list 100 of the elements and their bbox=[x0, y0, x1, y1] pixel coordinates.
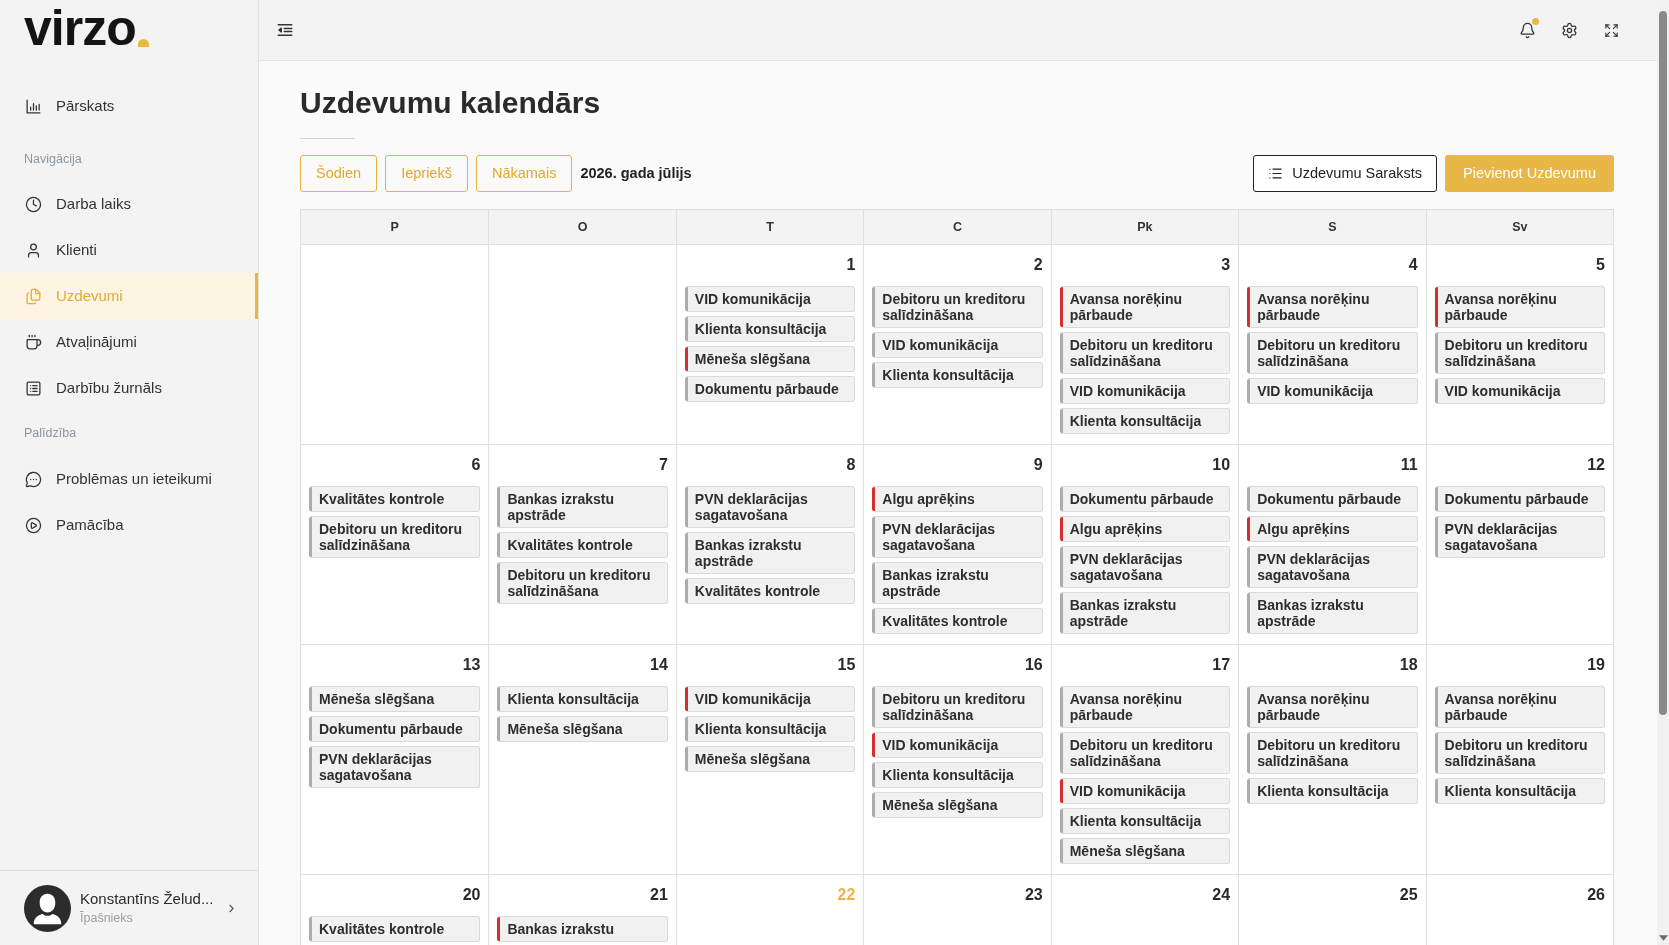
task-event[interactable]: Avansa norēķinu pārbaude bbox=[1059, 686, 1231, 728]
task-event[interactable]: Avansa norēķinu pārbaude bbox=[1247, 286, 1418, 328]
nav-item[interactable]: Darbību žurnāls bbox=[0, 365, 258, 411]
list-icon bbox=[25, 379, 42, 397]
task-event[interactable]: Dokumentu pārbaude bbox=[684, 376, 856, 402]
task-event[interactable]: Debitoru un kreditoru salīdzināšana bbox=[1059, 732, 1231, 774]
task-event[interactable]: Debitoru un kreditoru salīdzināšana bbox=[497, 562, 668, 604]
sidebar-section-heading: Navigācija bbox=[23, 151, 83, 167]
fullscreen-button[interactable] bbox=[1602, 21, 1620, 39]
task-event[interactable]: PVN deklarācijas sagatavošana bbox=[1434, 516, 1605, 558]
task-event[interactable]: VID komunikācija bbox=[1434, 378, 1605, 404]
task-event[interactable]: Algu aprēķins bbox=[1247, 516, 1418, 542]
task-event[interactable]: VID komunikācija bbox=[684, 686, 856, 712]
day-number: 19 bbox=[1587, 655, 1605, 675]
task-event[interactable]: Klienta konsultācija bbox=[497, 686, 668, 712]
day-number: 17 bbox=[1212, 655, 1231, 675]
task-event[interactable]: Debitoru un kreditoru salīdzināšana bbox=[1247, 732, 1418, 774]
nav-item[interactable]: Darba laiks bbox=[0, 181, 258, 227]
notifications-button[interactable] bbox=[1518, 21, 1536, 39]
day-number: 10 bbox=[1212, 455, 1231, 475]
task-event[interactable]: Avansa norēķinu pārbaude bbox=[1434, 286, 1605, 328]
day-number: 15 bbox=[837, 655, 856, 675]
task-event[interactable]: Mēneša slēgšana bbox=[1059, 838, 1231, 864]
expand-icon bbox=[1603, 22, 1619, 38]
task-event[interactable]: VID komunikācija bbox=[1059, 778, 1231, 804]
nav-item[interactable]: Problēmas un ieteikumi bbox=[0, 456, 258, 502]
task-event[interactable]: Bankas izrakstu apstrāde bbox=[684, 532, 856, 574]
documents-icon bbox=[25, 287, 42, 305]
scrollbar-track[interactable] bbox=[1657, 0, 1669, 945]
task-event[interactable]: Debitoru un kreditoru salīdzināšana bbox=[1434, 332, 1605, 374]
task-event[interactable]: Dokumentu pārbaude bbox=[309, 716, 481, 742]
weekday-header: Pk bbox=[1137, 218, 1153, 236]
task-event[interactable]: Kvalitātes kontrole bbox=[309, 486, 481, 512]
task-event[interactable]: Debitoru un kreditoru salīdzināšana bbox=[1434, 732, 1605, 774]
task-event[interactable]: Algu aprēķins bbox=[1059, 516, 1231, 542]
task-event[interactable]: Avansa norēķinu pārbaude bbox=[1434, 686, 1605, 728]
day-number: 13 bbox=[462, 655, 481, 675]
sidebar-toggle-button[interactable] bbox=[276, 21, 294, 39]
task-event[interactable]: PVN deklarācijas sagatavošana bbox=[309, 746, 481, 788]
task-event[interactable]: Debitoru un kreditoru salīdzināšana bbox=[872, 286, 1043, 328]
list-icon bbox=[1268, 166, 1284, 181]
task-event[interactable]: Mēneša slēgšana bbox=[684, 746, 856, 772]
task-event[interactable]: Klienta konsultācija bbox=[1059, 408, 1231, 434]
task-event[interactable]: Debitoru un kreditoru salīdzināšana bbox=[1059, 332, 1231, 374]
task-event[interactable]: PVN deklarācijas sagatavošana bbox=[872, 516, 1043, 558]
task-event[interactable]: Klienta konsultācija bbox=[684, 316, 856, 342]
task-event[interactable]: VID komunikācija bbox=[1247, 378, 1418, 404]
task-event[interactable]: Dokumentu pārbaude bbox=[1434, 486, 1605, 512]
nav-item[interactable]: Atvaļinājumi bbox=[0, 319, 258, 365]
user-icon bbox=[25, 241, 42, 259]
day-number: 2 bbox=[1033, 255, 1043, 275]
day-number: 21 bbox=[650, 885, 668, 905]
task-event[interactable]: Mēneša slēgšana bbox=[872, 792, 1043, 818]
task-event[interactable]: VID komunikācija bbox=[872, 732, 1043, 758]
scrollbar-thumb[interactable] bbox=[1659, 11, 1667, 715]
task-event[interactable]: Bankas izrakstu apstrāde bbox=[1247, 592, 1418, 634]
settings-button[interactable] bbox=[1560, 21, 1578, 39]
nav-item[interactable]: Klienti bbox=[0, 227, 258, 273]
weekday-header: S bbox=[1328, 218, 1337, 236]
task-event[interactable]: Dokumentu pārbaude bbox=[1247, 486, 1418, 512]
scroll-down-arrow-icon[interactable] bbox=[1658, 935, 1668, 941]
avatar-icon bbox=[24, 884, 71, 932]
task-event[interactable]: Mēneša slēgšana bbox=[497, 716, 668, 742]
task-event[interactable]: Avansa norēķinu pārbaude bbox=[1059, 286, 1231, 328]
nav-item[interactable]: Pārskats bbox=[0, 83, 258, 129]
task-event[interactable]: Klienta konsultācija bbox=[872, 362, 1043, 388]
task-event[interactable]: Klienta konsultācija bbox=[1247, 778, 1418, 804]
play-circle-icon bbox=[25, 516, 42, 534]
task-event[interactable]: Bankas izrakstu bbox=[497, 916, 668, 942]
task-list-button[interactable]: Uzdevumu Saraksts bbox=[1253, 155, 1437, 192]
task-event[interactable]: Bankas izrakstu apstrāde bbox=[1059, 592, 1231, 634]
task-event[interactable]: Avansa norēķinu pārbaude bbox=[1247, 686, 1418, 728]
nav-item[interactable]: Pamācība bbox=[0, 502, 258, 548]
task-event[interactable]: Kvalitātes kontrole bbox=[872, 608, 1043, 634]
task-event[interactable]: Debitoru un kreditoru salīdzināšana bbox=[1247, 332, 1418, 374]
task-event[interactable]: Bankas izrakstu apstrāde bbox=[872, 562, 1043, 604]
task-event[interactable]: Bankas izrakstu apstrāde bbox=[497, 486, 668, 528]
task-event[interactable]: Dokumentu pārbaude bbox=[1059, 486, 1231, 512]
task-event[interactable]: VID komunikācija bbox=[872, 332, 1043, 358]
task-event[interactable]: Klienta konsultācija bbox=[684, 716, 856, 742]
day-number: 7 bbox=[658, 455, 668, 475]
task-event[interactable]: Algu aprēķins bbox=[872, 486, 1043, 512]
chat-bubble-icon bbox=[25, 470, 42, 488]
task-event[interactable]: Debitoru un kreditoru salīdzināšana bbox=[872, 686, 1043, 728]
user-role: Īpašnieks bbox=[80, 910, 133, 927]
day-number: 1 bbox=[846, 255, 856, 275]
task-event[interactable]: VID komunikācija bbox=[1059, 378, 1231, 404]
task-event[interactable]: Kvalitātes kontrole bbox=[684, 578, 856, 604]
task-event[interactable]: Kvalitātes kontrole bbox=[309, 916, 481, 942]
task-event[interactable]: PVN deklarācijas sagatavošana bbox=[1059, 546, 1231, 588]
task-event[interactable]: Klienta konsultācija bbox=[872, 762, 1043, 788]
task-event[interactable]: Klienta konsultācija bbox=[1434, 778, 1605, 804]
task-event[interactable]: VID komunikācija bbox=[684, 286, 856, 312]
task-event[interactable]: PVN deklarācijas sagatavošana bbox=[1247, 546, 1418, 588]
task-event[interactable]: Klienta konsultācija bbox=[1059, 808, 1231, 834]
task-event[interactable]: Kvalitātes kontrole bbox=[497, 532, 668, 558]
task-event[interactable]: Mēneša slēgšana bbox=[684, 346, 856, 372]
task-event[interactable]: Mēneša slēgšana bbox=[309, 686, 481, 712]
task-event[interactable]: Debitoru un kreditoru salīdzināšana bbox=[309, 516, 481, 558]
task-event[interactable]: PVN deklarācijas sagatavošana bbox=[684, 486, 856, 528]
